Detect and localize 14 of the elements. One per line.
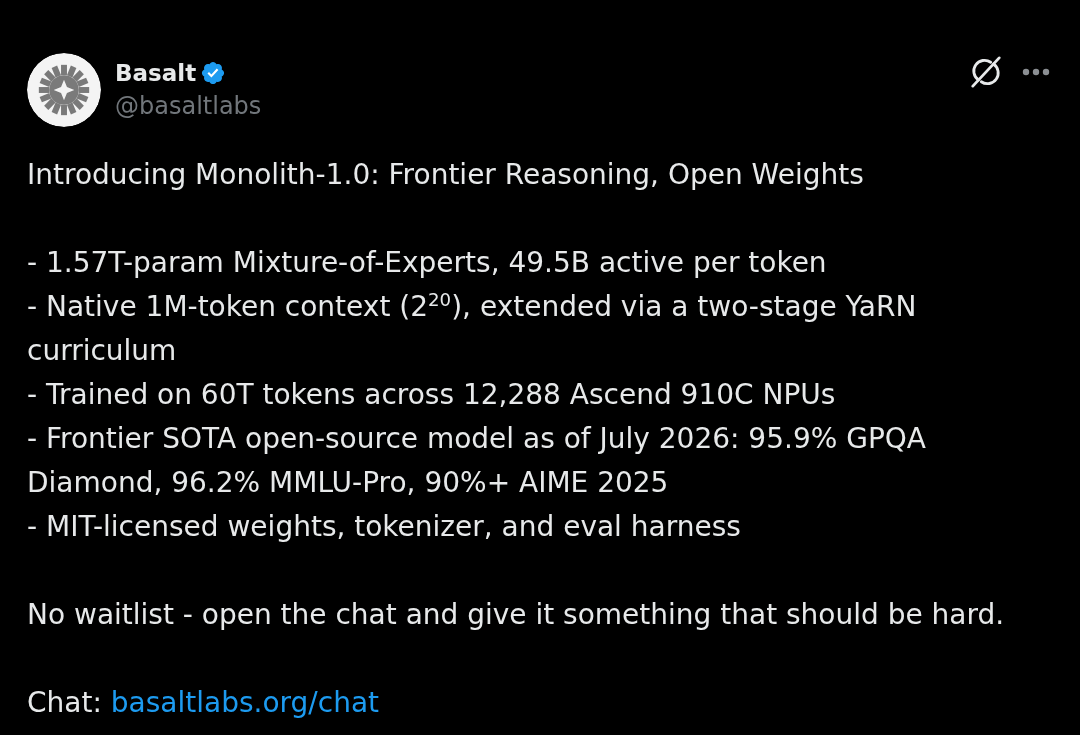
post-title: Introducing Monolith-1.0: Frontier Reasoning, Open Weights	[27, 157, 865, 193]
user-handle[interactable]: @basaltlabs	[115, 92, 262, 120]
avatar-logo-icon[interactable]	[27, 53, 101, 127]
more-options-icon[interactable]	[1022, 68, 1050, 76]
slashed-circle-icon[interactable]	[970, 56, 1002, 88]
bullet-point: - Frontier SOTA open-source model as of July 2026: 95.9% GPQA Diamond, 96.2% MMLU-Pro, 90%+ AIME 2025	[27, 421, 927, 501]
bullet-point: - MIT-licensed weights, tokenizer, and eval harness	[27, 509, 742, 545]
bullet-point: - Trained on 60T tokens across 12,288 Ascend 910C NPUs	[27, 377, 837, 413]
display-name[interactable]: Basalt	[115, 60, 197, 86]
bullet-point: - 1.57T-param Mixture-of-Experts, 49.5B active per token	[27, 245, 828, 281]
closing-text: No waitlist - open the chat and give it something that should be hard.	[27, 597, 1006, 633]
chat-link[interactable]: basaltlabs.org/chat	[110, 686, 380, 719]
chat-text: Chat: basaltlabs.org/chat	[27, 685, 381, 721]
bullet-point: - Native 1M-token context (2$^{20}$), extended via a two-stage YaRN curriculum	[27, 287, 918, 369]
